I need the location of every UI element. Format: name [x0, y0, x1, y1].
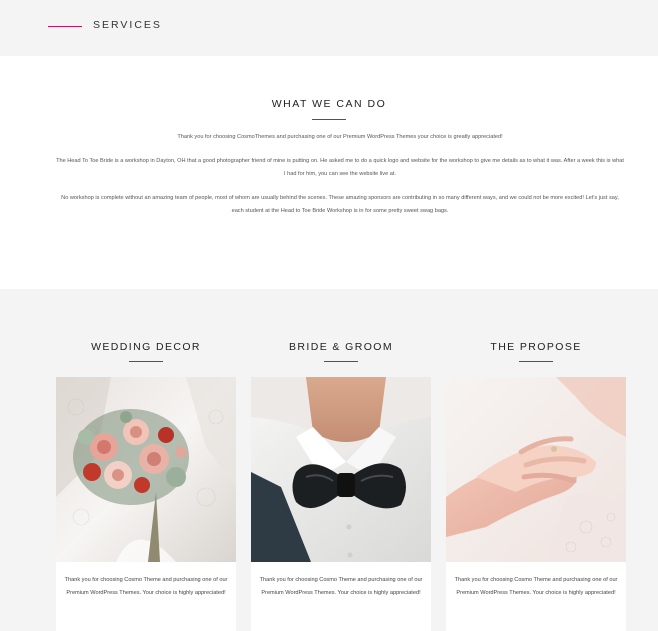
service-card-title[interactable]: THE PROPOSE	[446, 341, 626, 353]
service-card-body: Thank you for choosing Cosmo Theme and p…	[446, 562, 626, 631]
intro-paragraph: No workshop is complete without an amazi…	[61, 195, 619, 214]
service-card-description: Thank you for choosing Cosmo Theme and p…	[454, 577, 618, 596]
service-card-body: Thank you for choosing Cosmo Theme and p…	[251, 562, 431, 631]
services-header-bar: SERVICES	[0, 0, 658, 56]
intro-paragraph: The Head To Toe Bride is a workshop in D…	[56, 158, 624, 177]
intro-section: WHAT WE CAN DO Thank you for choosing Co…	[0, 56, 658, 289]
services-section: WEDDING DECOR Thank you for choosing Cos…	[0, 289, 658, 631]
service-card-underline	[324, 361, 358, 362]
service-card-title[interactable]: WEDDING DECOR	[56, 341, 236, 353]
intro-heading-underline	[312, 119, 346, 120]
page-title: SERVICES	[93, 19, 162, 31]
service-card-description: Thank you for choosing Cosmo Theme and p…	[64, 577, 228, 596]
service-card-body: Thank you for choosing Cosmo Theme and p…	[56, 562, 236, 631]
holding-hands-image[interactable]	[446, 377, 626, 562]
wedding-bouquet-image[interactable]	[56, 377, 236, 562]
intro-paragraph: Thank you for choosing CosmoThemes and p…	[177, 134, 503, 140]
groom-bowtie-image[interactable]	[251, 377, 431, 562]
service-card-title[interactable]: BRIDE & GROOM	[251, 341, 431, 353]
intro-heading: WHAT WE CAN DO	[271, 98, 387, 110]
title-accent-line	[48, 26, 82, 27]
service-card-underline	[519, 361, 553, 362]
service-card-underline	[129, 361, 163, 362]
service-card-description: Thank you for choosing Cosmo Theme and p…	[259, 577, 423, 596]
